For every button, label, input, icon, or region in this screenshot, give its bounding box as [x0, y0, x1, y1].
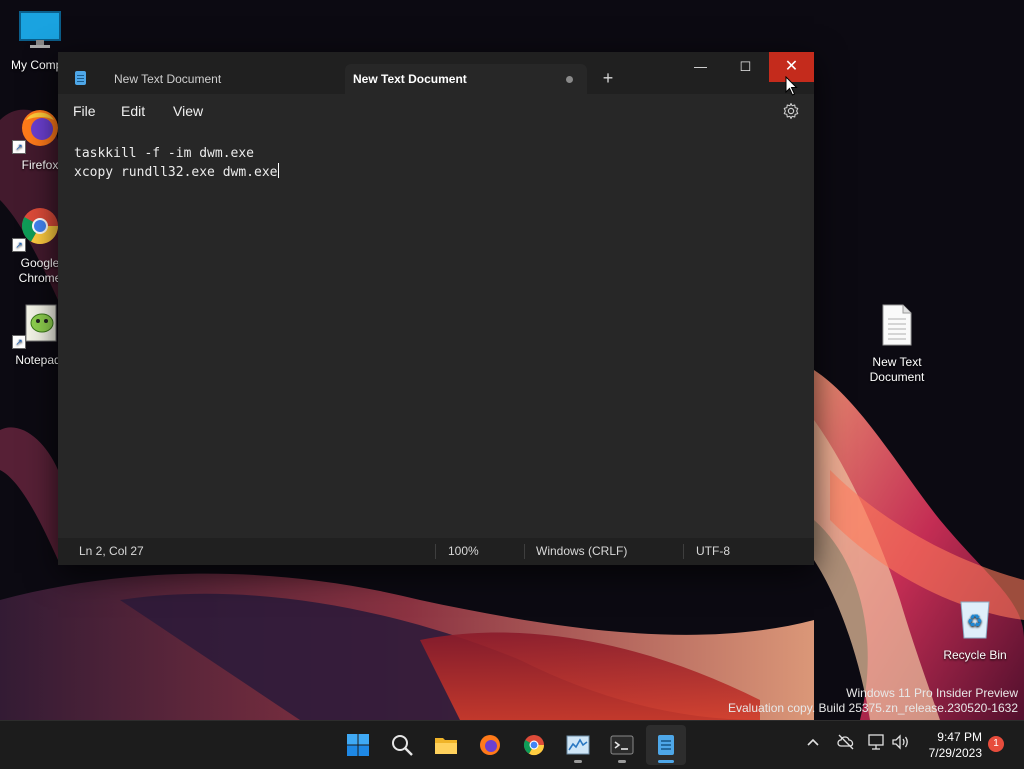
tab-label: New Text Document — [353, 72, 467, 86]
menu-view[interactable]: View — [173, 103, 203, 119]
clock-date: 7/29/2023 — [928, 746, 982, 760]
watermark-line: Windows 11 Pro Insider Preview — [846, 686, 1018, 700]
text-caret — [277, 163, 279, 178]
start-icon — [347, 734, 369, 756]
status-divider — [524, 544, 525, 559]
watermark-line: Evaluation copy. Build 25375.zn_release.… — [728, 701, 1018, 715]
new-tab-button[interactable]: + — [596, 66, 620, 90]
firefox-taskbar-button[interactable] — [470, 725, 510, 765]
chrome-icon — [523, 735, 545, 756]
notepad-icon — [658, 735, 674, 755]
zoom-level: 100% — [448, 544, 479, 558]
notepad-plus-plus-icon — [25, 304, 57, 342]
minimize-button[interactable]: — — [678, 52, 723, 82]
desktop-icon-new-text-document[interactable]: New Text Document — [857, 303, 937, 385]
maximize-button[interactable]: ☐ — [723, 52, 768, 82]
status-divider — [435, 544, 436, 559]
line-ending: Windows (CRLF) — [536, 544, 628, 558]
onedrive-offline-icon[interactable] — [836, 733, 856, 754]
desktop-icon-label: Recycle Bin — [943, 648, 1007, 662]
editor-line: taskkill -f -im dwm.exe — [74, 146, 255, 161]
editor-line: xcopy rundll32.exe dwm.exe — [74, 165, 278, 180]
shortcut-arrow-icon: ↗ — [12, 238, 26, 252]
clock-time: 9:47 PM — [937, 730, 982, 744]
clock[interactable]: 9:47 PM 7/29/2023 — [912, 729, 982, 761]
taskbar: 9:47 PM 7/29/2023 1 — [0, 720, 1024, 769]
notepad-taskbar-button[interactable] — [646, 725, 686, 765]
evaluation-watermark: Windows 11 Pro Insider Preview Evaluatio… — [728, 686, 1018, 716]
desktop-icon-recycle-bin[interactable]: ♻ Recycle Bin — [935, 596, 1015, 663]
svg-text:♻: ♻ — [967, 611, 983, 632]
terminal-icon — [610, 735, 634, 755]
task-manager-button[interactable] — [558, 725, 598, 765]
firefox-icon — [480, 735, 500, 755]
running-indicator — [574, 760, 582, 763]
active-indicator — [658, 760, 674, 763]
menu-edit[interactable]: Edit — [121, 103, 145, 119]
volume-icon[interactable] — [891, 733, 911, 754]
monitor-icon — [19, 11, 61, 48]
network-icon[interactable] — [867, 733, 887, 754]
encoding: UTF-8 — [696, 544, 730, 558]
cursor-position: Ln 2, Col 27 — [79, 544, 144, 558]
task-manager-icon — [566, 735, 590, 755]
file-explorer-button[interactable] — [426, 725, 466, 765]
title-bar[interactable]: New Text Document New Text Document + — … — [58, 52, 814, 94]
shortcut-arrow-icon: ↗ — [12, 140, 26, 154]
terminal-button[interactable] — [602, 725, 642, 765]
status-divider — [683, 544, 684, 559]
show-hidden-icons-chevron-up-icon[interactable] — [806, 735, 820, 752]
shortcut-arrow-icon: ↗ — [12, 335, 26, 349]
text-file-icon — [882, 304, 912, 346]
file-explorer-icon — [435, 738, 457, 754]
status-bar: Ln 2, Col 27 100% Windows (CRLF) UTF-8 — [58, 538, 814, 565]
mouse-pointer-icon — [785, 76, 798, 96]
notepad-app-icon — [75, 71, 86, 85]
chrome-taskbar-button[interactable] — [514, 725, 554, 765]
running-indicator — [618, 760, 626, 763]
search-icon — [392, 735, 413, 756]
recycle-bin-icon: ♻ — [960, 601, 990, 639]
tab-document-2[interactable]: New Text Document — [345, 64, 587, 94]
notepad-window: New Text Document New Text Document + — … — [58, 52, 814, 565]
editor-line-current: xcopy rundll32.exe dwm.exe — [74, 163, 279, 182]
tab-document-1[interactable]: New Text Document — [114, 64, 344, 94]
text-editor[interactable]: taskkill -f -im dwm.exe xcopy rundll32.ex… — [74, 144, 279, 182]
settings-gear-icon[interactable] — [782, 102, 800, 120]
tab-label: New Text Document — [114, 72, 222, 86]
menu-file[interactable]: File — [73, 103, 96, 119]
desktop-icon-label: New Text Document — [869, 355, 925, 384]
start-button[interactable] — [338, 725, 378, 765]
search-button[interactable] — [382, 725, 422, 765]
menu-bar: File Edit View — [58, 94, 814, 130]
notification-badge[interactable]: 1 — [988, 736, 1004, 752]
unsaved-indicator-icon[interactable] — [566, 76, 573, 83]
